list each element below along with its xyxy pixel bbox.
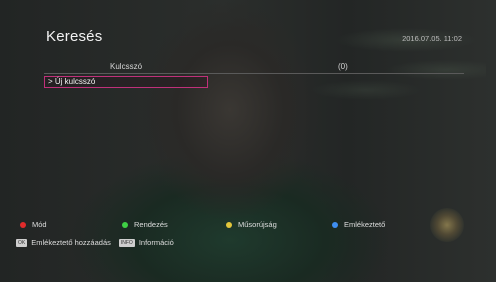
info-key-label: Információ [138, 238, 174, 247]
green-dot-icon [122, 221, 128, 228]
keyword-count: (0) [338, 62, 348, 71]
red-button-label: Mód [32, 220, 47, 229]
footer-legend: Mód Rendezés Műsorújság Emlékeztető OK E… [16, 220, 456, 270]
list-item-new-keyword[interactable]: > Új kulcsszó [44, 76, 208, 88]
key-hints: OK Emlékeztető hozzáadás INFO Információ [16, 238, 174, 247]
divider [44, 73, 464, 74]
channel-logo-icon [430, 208, 464, 242]
ok-key-label: Emlékeztető hozzáadás [31, 238, 111, 247]
green-button-label: Rendezés [134, 220, 168, 229]
keyword-column-header: Kulcsszó [110, 62, 143, 71]
ok-key-icon[interactable]: OK [16, 238, 28, 247]
datetime: 2016.07.05. 11:02 [402, 34, 462, 43]
blue-dot-icon [332, 221, 338, 228]
info-key-icon[interactable]: INFO [118, 238, 135, 247]
blue-button-reminder[interactable]: Emlékeztető [332, 220, 385, 229]
red-dot-icon [20, 221, 26, 228]
blue-button-label: Emlékeztető [344, 220, 386, 229]
yellow-dot-icon [226, 221, 232, 228]
yellow-button-label: Műsorújság [238, 220, 277, 229]
green-button-sort[interactable]: Rendezés [122, 220, 168, 229]
list-item-label: > Új kulcsszó [48, 77, 96, 86]
page-title: Keresés [46, 28, 103, 45]
red-button-mode[interactable]: Mód [20, 220, 47, 229]
yellow-button-epg[interactable]: Műsorújság [226, 220, 277, 229]
